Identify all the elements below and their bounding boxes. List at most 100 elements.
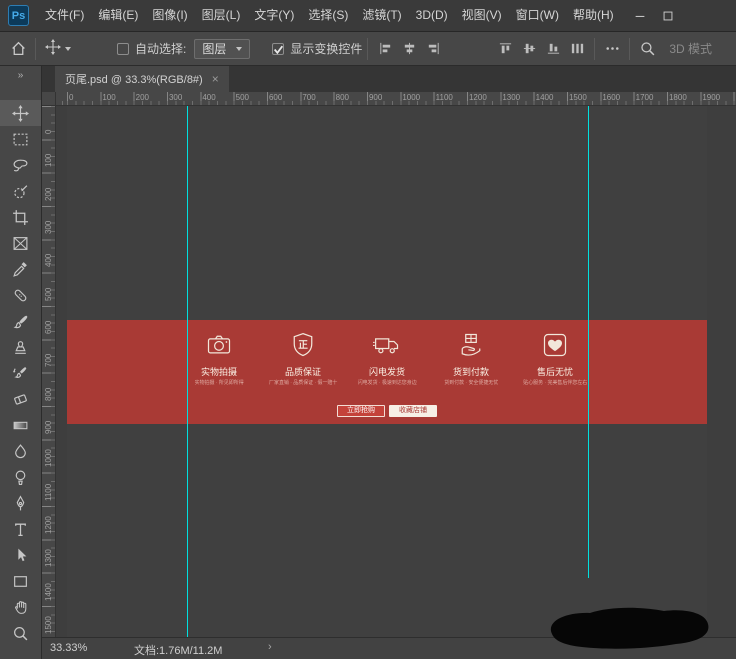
banner-item-3: 货到付款货到付款 · 安全便捷无忧	[429, 331, 513, 390]
banner-item-title: 售后无忧	[513, 365, 597, 378]
vruler-label: 200	[44, 187, 53, 200]
rect-marquee-tool[interactable]	[0, 126, 41, 152]
menu-item-4[interactable]: 文字(Y)	[247, 0, 301, 31]
path-selection-tool[interactable]	[0, 542, 41, 568]
guide-vertical-left[interactable]	[187, 106, 188, 637]
hruler-label: 1200	[469, 93, 487, 102]
tool-preset-move[interactable]	[41, 39, 75, 58]
spot-healing-tool[interactable]	[0, 282, 41, 308]
minimize-button[interactable]	[626, 0, 654, 32]
vruler-label: 300	[44, 221, 53, 234]
menu-item-7[interactable]: 3D(D)	[409, 0, 455, 31]
camera-icon	[205, 331, 233, 361]
menu-item-3[interactable]: 图层(L)	[195, 0, 248, 31]
maximize-button[interactable]	[654, 0, 682, 32]
vruler-label: 800	[44, 387, 53, 400]
quick-selection-tool[interactable]	[0, 178, 41, 204]
document-canvas[interactable]: 实物拍摄实物拍摄 · 所见即所得正品质保证厂家直销 · 品质保证 · 假一赔十闪…	[67, 106, 707, 637]
hruler-label: 700	[302, 93, 315, 102]
guide-vertical-right[interactable]	[588, 106, 589, 578]
crop-tool[interactable]	[0, 204, 41, 230]
menu-item-9[interactable]: 窗口(W)	[509, 0, 566, 31]
menu-item-2[interactable]: 图像(I)	[145, 0, 194, 31]
menu-item-6[interactable]: 滤镜(T)	[355, 0, 408, 31]
document-tabs: 页尾.psd @ 33.3%(RGB/8#) ×	[42, 66, 736, 92]
divider	[367, 38, 368, 60]
vruler-label: 600	[44, 321, 53, 334]
menu-item-10[interactable]: 帮助(H)	[566, 0, 621, 31]
distribute-horizontal-icon[interactable]	[565, 37, 589, 61]
align-left-icon[interactable]	[373, 37, 397, 61]
zoom-tool[interactable]	[0, 620, 41, 646]
align-group-vertical	[493, 37, 589, 61]
banner-button-1[interactable]: 收藏店铺	[389, 405, 437, 417]
type-tool[interactable]	[0, 516, 41, 542]
menu-item-5[interactable]: 选择(S)	[301, 0, 355, 31]
align-right-icon[interactable]	[421, 37, 445, 61]
auto-select-checkbox[interactable]: 自动选择:	[117, 40, 186, 57]
banner-buttons: 立即抢购收藏店铺	[67, 405, 707, 417]
banner-item-2: 闪电发货闪电发货 · 极速到达您身边	[345, 331, 429, 390]
vruler-label: 900	[44, 421, 53, 434]
eraser-tool[interactable]	[0, 386, 41, 412]
dodge-tool[interactable]	[0, 464, 41, 490]
shield-icon: 正	[289, 331, 317, 361]
hruler-label: 100	[102, 93, 115, 102]
gradient-tool[interactable]	[0, 412, 41, 438]
lasso-tool[interactable]	[0, 152, 41, 178]
chevron-down-icon	[65, 47, 71, 51]
frame-tool[interactable]	[0, 230, 41, 256]
hruler-label: 1700	[636, 93, 654, 102]
banner-item-title: 闪电发货	[345, 365, 429, 378]
clone-stamp-tool[interactable]	[0, 334, 41, 360]
align-center-horizontal-icon[interactable]	[397, 37, 421, 61]
pen-tool[interactable]	[0, 490, 41, 516]
banner-item-0: 实物拍摄实物拍摄 · 所见即所得	[177, 331, 261, 390]
canvas-area[interactable]: 实物拍摄实物拍摄 · 所见即所得正品质保证厂家直销 · 品质保证 · 假一赔十闪…	[56, 106, 736, 637]
align-middle-vertical-icon[interactable]	[517, 37, 541, 61]
align-top-icon[interactable]	[493, 37, 517, 61]
vertical-ruler[interactable]: 0100200300400500600700800900100011001200…	[42, 106, 56, 637]
options-bar: 自动选择: 图层 显示变换控件 3D 模式	[0, 32, 736, 66]
truck-icon	[373, 331, 401, 361]
divider	[35, 38, 36, 60]
auto-select-target-dropdown[interactable]: 图层	[194, 39, 250, 59]
horizontal-ruler[interactable]: 0100200300400500600700800900100011001200…	[56, 92, 736, 106]
rectangle-tool[interactable]	[0, 568, 41, 594]
history-brush-tool[interactable]	[0, 360, 41, 386]
ruler-corner	[42, 92, 56, 106]
collapse-toolbar-button[interactable]: »	[0, 68, 41, 84]
hruler-label: 1000	[402, 93, 420, 102]
more-align-options-icon[interactable]	[600, 37, 624, 61]
banner-button-0[interactable]: 立即抢购	[337, 405, 385, 417]
vruler-label: 1500	[44, 616, 53, 634]
banner-item-subtitle: 实物拍摄 · 所见即所得	[177, 379, 260, 386]
banner-item-subtitle: 货到付款 · 安全便捷无忧	[429, 379, 512, 386]
eyedropper-tool[interactable]	[0, 256, 41, 282]
titlebar: Ps 文件(F)编辑(E)图像(I)图层(L)文字(Y)选择(S)滤镜(T)3D…	[0, 0, 736, 32]
tab-close-icon[interactable]: ×	[212, 72, 219, 86]
brush-tool[interactable]	[0, 308, 41, 334]
divider	[594, 38, 595, 60]
chevron-down-icon	[236, 47, 242, 51]
hand-tool[interactable]	[0, 594, 41, 620]
document-tab[interactable]: 页尾.psd @ 33.3%(RGB/8#) ×	[55, 66, 229, 92]
blur-tool[interactable]	[0, 438, 41, 464]
photoshop-logo: Ps	[8, 5, 29, 26]
vruler-label: 700	[44, 354, 53, 367]
align-bottom-icon[interactable]	[541, 37, 565, 61]
menu-item-8[interactable]: 视图(V)	[455, 0, 509, 31]
banner-item-4: 售后无忧贴心服务 · 完美售后伴您左右	[513, 331, 597, 390]
zoom-level[interactable]: 33.33%	[50, 642, 87, 654]
search-icon[interactable]	[635, 37, 659, 61]
menu-item-1[interactable]: 编辑(E)	[91, 0, 145, 31]
status-chevron-icon[interactable]: ›	[268, 641, 272, 653]
hruler-label: 400	[202, 93, 215, 102]
move-tool[interactable]	[0, 100, 41, 126]
home-icon[interactable]	[6, 37, 30, 61]
checkbox-unchecked	[117, 43, 129, 55]
show-transform-checkbox[interactable]: 显示变换控件	[272, 40, 362, 57]
divider	[629, 38, 630, 60]
menu-item-0[interactable]: 文件(F)	[38, 0, 91, 31]
banner-item-title: 货到付款	[429, 365, 513, 378]
